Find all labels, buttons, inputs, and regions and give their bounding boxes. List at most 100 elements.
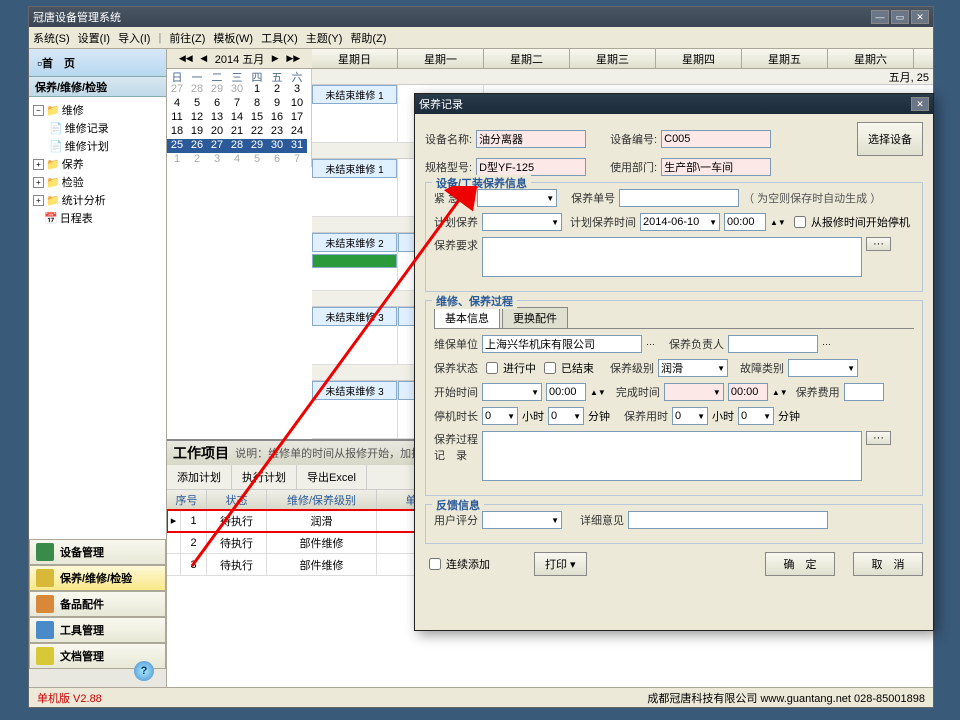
record-more-button[interactable]: ··· — [866, 431, 891, 445]
cal-prev-month-button[interactable]: ◀ — [197, 52, 211, 66]
col-status[interactable]: 状态 — [207, 490, 267, 510]
down-hours-field[interactable]: 0 — [482, 407, 518, 425]
calendar-day[interactable]: 25 — [167, 139, 187, 153]
end-time-field[interactable] — [728, 383, 768, 401]
schedule-task[interactable]: 未结束维修 3 — [312, 307, 397, 326]
calendar-day[interactable]: 31 — [287, 139, 307, 153]
menu-import[interactable]: 导入(I) — [118, 30, 150, 46]
expand-icon[interactable]: − — [33, 105, 44, 116]
nav-tools[interactable]: 工具管理 — [29, 617, 166, 643]
continuous-add-checkbox[interactable]: 连续添加 — [425, 555, 490, 573]
print-button[interactable]: 打印 ▾ — [534, 552, 587, 576]
from-repair-checkbox[interactable]: 从报修时间开始停机 — [790, 213, 910, 231]
menu-theme[interactable]: 主题(Y) — [306, 30, 343, 46]
nav-device[interactable]: 设备管理 — [29, 539, 166, 565]
calendar-day[interactable]: 24 — [287, 125, 307, 139]
calendar-day[interactable]: 10 — [287, 97, 307, 111]
calendar-day[interactable]: 19 — [187, 125, 207, 139]
tree-node-repair-record[interactable]: 📄 维修记录 — [33, 119, 162, 137]
fault-dropdown[interactable] — [788, 359, 858, 377]
cal-next-year-button[interactable]: ▶▶ — [286, 52, 300, 66]
calendar-day[interactable]: 2 — [187, 153, 207, 167]
tree-node-inspect[interactable]: +📁 检验 — [33, 173, 162, 191]
schedule-task[interactable]: 未结束维修 2 — [312, 233, 397, 252]
menu-settings[interactable]: 设置(I) — [78, 30, 110, 46]
calendar-day[interactable]: 27 — [167, 83, 187, 97]
status-inprogress-checkbox[interactable]: 进行中 — [482, 359, 536, 377]
end-date-field[interactable] — [664, 383, 724, 401]
used-mins-field[interactable]: 0 — [738, 407, 774, 425]
calendar-day[interactable]: 30 — [227, 83, 247, 97]
tree-node-schedule[interactable]: 📅 日程表 — [33, 209, 162, 227]
plan-time-field[interactable] — [724, 213, 766, 231]
calendar-day[interactable]: 5 — [187, 97, 207, 111]
tree-node-repair[interactable]: −📁 维修 — [33, 101, 162, 119]
tab-basic-info[interactable]: 基本信息 — [434, 307, 500, 328]
calendar-day[interactable]: 5 — [247, 153, 267, 167]
cal-next-month-button[interactable]: ▶ — [268, 52, 282, 66]
calendar-day[interactable]: 14 — [227, 111, 247, 125]
opinion-field[interactable] — [628, 511, 828, 529]
calendar-day[interactable]: 1 — [247, 83, 267, 97]
calendar-day[interactable]: 2 — [267, 83, 287, 97]
used-hours-field[interactable]: 0 — [672, 407, 708, 425]
requirement-field[interactable] — [482, 237, 862, 277]
cost-field[interactable] — [844, 383, 884, 401]
minimize-button[interactable]: — — [871, 10, 889, 24]
calendar-day[interactable]: 12 — [187, 111, 207, 125]
calendar-day[interactable]: 28 — [187, 83, 207, 97]
menu-goto[interactable]: 前往(Z) — [169, 30, 205, 46]
calendar-day[interactable]: 21 — [227, 125, 247, 139]
tree-node-repair-plan[interactable]: 📄 维修计划 — [33, 137, 162, 155]
calendar-day[interactable]: 6 — [267, 153, 287, 167]
requirement-more-button[interactable]: ··· — [866, 237, 891, 251]
mini-calendar[interactable]: 日一二三四五六272829301234567891011121314151617… — [167, 69, 312, 167]
person-field[interactable] — [728, 335, 818, 353]
export-excel-button[interactable]: 导出Excel — [297, 465, 367, 489]
menu-system[interactable]: 系统(S) — [33, 30, 70, 46]
schedule-task[interactable]: 未结束维修 1 — [312, 159, 397, 178]
calendar-day[interactable]: 6 — [207, 97, 227, 111]
menu-help[interactable]: 帮助(Z) — [350, 30, 386, 46]
schedule-task[interactable]: 未结束维修 3 — [312, 381, 397, 400]
maximize-button[interactable]: ▭ — [891, 10, 909, 24]
calendar-day[interactable]: 11 — [167, 111, 187, 125]
cal-prev-year-button[interactable]: ◀◀ — [179, 52, 193, 66]
calendar-day[interactable]: 22 — [247, 125, 267, 139]
calendar-day[interactable]: 8 — [247, 97, 267, 111]
expand-icon[interactable]: + — [33, 177, 44, 188]
calendar-day[interactable]: 1 — [167, 153, 187, 167]
add-plan-button[interactable]: 添加计划 — [167, 465, 232, 489]
calendar-day[interactable]: 7 — [287, 153, 307, 167]
calendar-day[interactable]: 29 — [247, 139, 267, 153]
calendar-day[interactable]: 3 — [287, 83, 307, 97]
home-button[interactable]: ▫ 首 页 — [29, 49, 166, 77]
status-done-checkbox[interactable]: 已结束 — [540, 359, 594, 377]
tab-replace-parts[interactable]: 更换配件 — [502, 307, 568, 328]
menu-template[interactable]: 模板(W) — [213, 30, 253, 46]
nav-parts[interactable]: 备品配件 — [29, 591, 166, 617]
calendar-day[interactable]: 7 — [227, 97, 247, 111]
order-no-field[interactable] — [619, 189, 739, 207]
menu-tools[interactable]: 工具(X) — [261, 30, 298, 46]
schedule-task[interactable]: 未结束维修 1 — [312, 85, 397, 104]
col-level[interactable]: 维修/保养级别 — [267, 490, 377, 510]
start-date-field[interactable] — [482, 383, 542, 401]
dialog-close-button[interactable]: ✕ — [911, 97, 929, 111]
help-icon[interactable]: ? — [134, 661, 154, 681]
calendar-day[interactable]: 30 — [267, 139, 287, 153]
calendar-day[interactable]: 28 — [227, 139, 247, 153]
calendar-day[interactable]: 15 — [247, 111, 267, 125]
execute-plan-button[interactable]: 执行计划 — [232, 465, 297, 489]
calendar-day[interactable]: 13 — [207, 111, 227, 125]
calendar-day[interactable]: 4 — [167, 97, 187, 111]
ok-button[interactable]: 确 定 — [765, 552, 835, 576]
select-device-button[interactable]: 选择设备 — [857, 122, 923, 156]
expand-icon[interactable]: + — [33, 195, 44, 206]
calendar-day[interactable]: 29 — [207, 83, 227, 97]
calendar-day[interactable]: 17 — [287, 111, 307, 125]
rating-dropdown[interactable] — [482, 511, 562, 529]
nav-maintenance[interactable]: 保养/维修/检验 — [29, 565, 166, 591]
start-time-field[interactable] — [546, 383, 586, 401]
urgency-dropdown[interactable] — [477, 189, 557, 207]
